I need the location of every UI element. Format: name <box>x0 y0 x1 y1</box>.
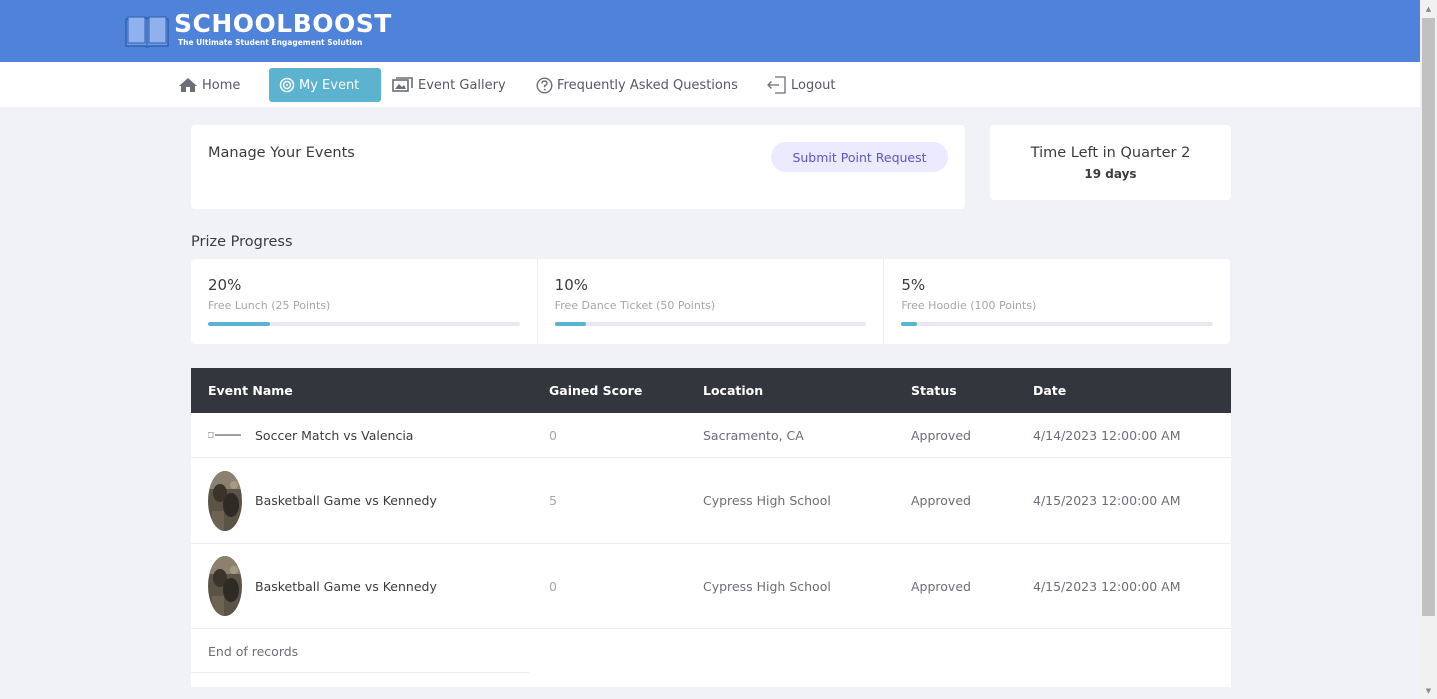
column-header-event-name[interactable]: Event Name <box>208 368 293 413</box>
prize-progress-card: 20% Free Lunch (25 Points) 10% Free Danc… <box>191 259 1230 344</box>
event-name: Basketball Game vs Kennedy <box>255 578 437 594</box>
manage-events-card: Manage Your Events Submit Point Request <box>191 125 965 209</box>
prize-name: Free Dance Ticket (50 Points) <box>554 299 716 312</box>
nav-logout-label: Logout <box>791 77 836 93</box>
table-header: Event Name Gained Score Location Status … <box>191 368 1231 413</box>
question-circle-icon <box>536 76 553 94</box>
prize-percent: 20% <box>208 276 242 294</box>
table-row[interactable]: Soccer Match vs Valencia 0 Sacramento, C… <box>191 413 1231 458</box>
prize-progress-fill <box>554 322 586 326</box>
table-row[interactable]: Basketball Game vs Kennedy 0 Cypress Hig… <box>191 544 1231 629</box>
prize-name: Free Lunch (25 Points) <box>208 299 331 312</box>
nav-logout[interactable]: Logout <box>767 68 836 102</box>
time-left-card: Time Left in Quarter 2 19 days <box>990 125 1231 200</box>
gallery-icon <box>392 77 413 92</box>
column-header-gained-score[interactable]: Gained Score <box>549 368 642 413</box>
home-icon <box>179 78 197 92</box>
scroll-down-arrow-icon[interactable]: ▼ <box>1420 682 1437 699</box>
event-score: 0 <box>549 578 557 594</box>
prize-progress-bar <box>554 322 867 326</box>
nav-my-event-label: My Event <box>299 77 360 93</box>
nav-faq-label: Frequently Asked Questions <box>557 77 738 93</box>
prize-percent: 5% <box>901 276 926 294</box>
prize-item: 10% Free Dance Ticket (50 Points) <box>538 259 885 344</box>
column-header-date[interactable]: Date <box>1033 368 1066 413</box>
prize-progress-bar <box>901 322 1214 326</box>
nav-home-label: Home <box>202 77 241 93</box>
prize-item: 5% Free Hoodie (100 Points) <box>884 259 1230 344</box>
brand-name: SCHOOLBOOST <box>174 9 392 38</box>
event-photo-thumbnail <box>208 556 242 616</box>
event-date: 4/14/2023 12:00:00 AM <box>1033 427 1181 443</box>
end-of-records-text: End of records <box>208 644 299 659</box>
event-score: 5 <box>549 493 557 508</box>
nav-my-event[interactable]: My Event <box>269 68 381 102</box>
event-status: Approved <box>911 578 971 594</box>
brand-tagline: The Ultimate Student Engagement Solution <box>178 38 363 47</box>
column-header-location[interactable]: Location <box>703 368 763 413</box>
column-header-status[interactable]: Status <box>911 368 957 413</box>
event-status: Approved <box>911 493 971 508</box>
event-photo-thumbnail <box>208 470 242 531</box>
target-icon <box>279 77 295 93</box>
event-name: Soccer Match vs Valencia <box>255 427 414 443</box>
divider <box>191 672 529 673</box>
scrollbar-thumb[interactable] <box>1422 18 1435 616</box>
main-nav: Home My Event Event Gallery Frequently A… <box>0 62 1420 107</box>
time-left-label: Time Left in Quarter 2 <box>1030 145 1191 161</box>
prize-progress-fill <box>208 322 271 326</box>
nav-event-gallery-label: Event Gallery <box>418 77 506 93</box>
header-bar: SCHOOLBOOST The Ultimate Student Engagem… <box>0 0 1420 62</box>
event-date: 4/15/2023 12:00:00 AM <box>1033 578 1181 594</box>
manage-events-title: Manage Your Events <box>208 145 355 161</box>
events-table: Event Name Gained Score Location Status … <box>191 368 1231 687</box>
event-status: Approved <box>911 427 971 443</box>
nav-event-gallery[interactable]: Event Gallery <box>392 68 506 102</box>
schoolboost-thumbnail <box>208 432 241 438</box>
event-date: 4/15/2023 12:00:00 AM <box>1033 493 1181 508</box>
event-location: Sacramento, CA <box>703 427 804 443</box>
prize-progress-fill <box>901 322 917 326</box>
prize-item: 20% Free Lunch (25 Points) <box>191 259 538 344</box>
schoolboost-logo[interactable]: SCHOOLBOOST The Ultimate Student Engagem… <box>124 10 392 54</box>
scroll-up-arrow-icon[interactable]: ▲ <box>1420 0 1437 17</box>
book-logo-icon <box>125 16 169 48</box>
prize-percent: 10% <box>554 276 589 294</box>
submit-point-request-button[interactable]: Submit Point Request <box>771 142 948 172</box>
page-scrollbar[interactable]: ▲ ▼ <box>1420 0 1437 699</box>
nav-faq[interactable]: Frequently Asked Questions <box>536 68 738 102</box>
logout-icon <box>767 76 786 94</box>
prize-name: Free Hoodie (100 Points) <box>901 299 1037 312</box>
nav-home[interactable]: Home <box>178 68 240 102</box>
prize-progress-title: Prize Progress <box>191 234 293 250</box>
prize-progress-bar <box>208 322 520 326</box>
table-row[interactable]: Basketball Game vs Kennedy 5 Cypress Hig… <box>191 458 1231 544</box>
event-location: Cypress High School <box>703 578 831 594</box>
time-left-value: 19 days <box>1084 167 1137 181</box>
event-location: Cypress High School <box>703 493 831 508</box>
event-name: Basketball Game vs Kennedy <box>255 493 437 508</box>
event-score: 0 <box>549 427 557 443</box>
